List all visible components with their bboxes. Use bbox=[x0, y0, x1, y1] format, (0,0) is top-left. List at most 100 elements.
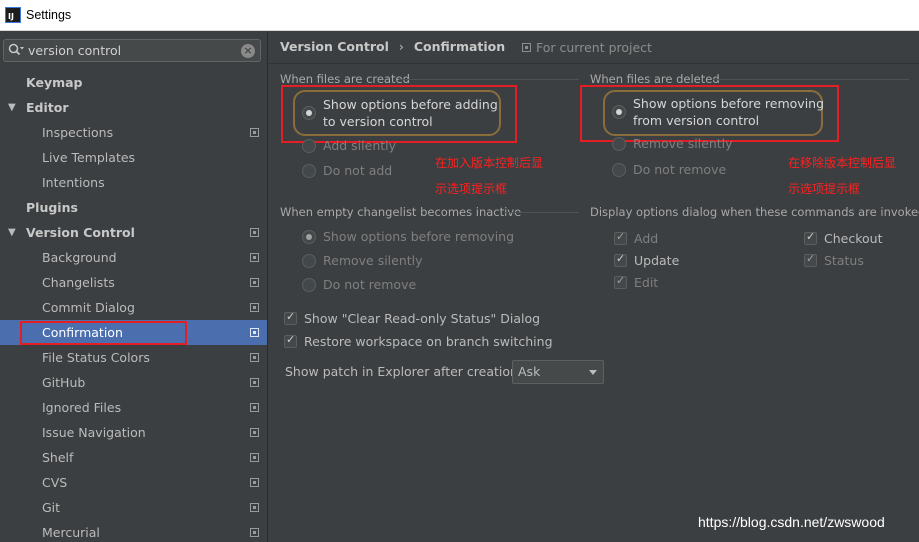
checkbox[interactable] bbox=[804, 252, 817, 267]
checkbox-label: Status bbox=[824, 253, 864, 268]
radio-button[interactable] bbox=[612, 162, 626, 177]
radio-button[interactable] bbox=[612, 136, 626, 151]
annotation-line2: 示选项提示框 bbox=[435, 182, 508, 196]
radio-label-line2: from version control bbox=[633, 113, 760, 128]
tree-item-ignored-files[interactable]: Ignored Files bbox=[0, 395, 267, 420]
checkbox[interactable] bbox=[804, 230, 817, 245]
checkbox-label: Restore workspace on branch switching bbox=[304, 334, 553, 349]
tree-item-label: Issue Navigation bbox=[42, 425, 146, 440]
radio-button[interactable] bbox=[302, 163, 316, 178]
tree-item-file-status-colors[interactable]: File Status Colors bbox=[0, 345, 267, 370]
tree-item-label: GitHub bbox=[42, 375, 86, 390]
radio-do-not-remove[interactable]: Do not remove bbox=[612, 162, 726, 177]
tree-item-github[interactable]: GitHub bbox=[0, 370, 267, 395]
radio-label: Do not add bbox=[323, 163, 393, 178]
tree-item-label: Ignored Files bbox=[42, 400, 122, 415]
tree-item-issue-navigation[interactable]: Issue Navigation bbox=[0, 420, 267, 445]
checkbox-label: Add bbox=[634, 231, 659, 246]
radio-button[interactable] bbox=[302, 138, 316, 153]
tree-item-git[interactable]: Git bbox=[0, 495, 267, 520]
expand-arrow-icon[interactable]: ▼ bbox=[8, 95, 16, 120]
radio-show-options-removing[interactable]: Show options before removing from version… bbox=[612, 95, 824, 129]
checkbox-add[interactable]: Add bbox=[614, 230, 659, 246]
group-divider bbox=[713, 79, 909, 80]
group-divider bbox=[504, 212, 579, 213]
tree-item-label: Changelists bbox=[42, 275, 115, 290]
tree-item-keymap[interactable]: Keymap bbox=[0, 70, 267, 95]
radio-button[interactable] bbox=[302, 277, 316, 292]
tree-item-version-control[interactable]: ▼ Version Control bbox=[0, 220, 267, 245]
tree-item-mercurial[interactable]: Mercurial bbox=[0, 520, 267, 542]
checkbox-update[interactable]: Update bbox=[614, 252, 680, 268]
checkbox-label: Show "Clear Read-only Status" Dialog bbox=[304, 311, 541, 326]
radio-remove-silently[interactable]: Remove silently bbox=[612, 136, 733, 151]
settings-content: Version Control › Confirmation For curre… bbox=[269, 32, 919, 542]
patch-label: Show patch in Explorer after creation: bbox=[285, 364, 523, 379]
settings-sidebar: × Keymap ▼ Editor Inspections Live Templa… bbox=[0, 32, 268, 542]
search-icon[interactable] bbox=[4, 40, 26, 61]
radio-label-line1: Show options before adding bbox=[323, 97, 498, 112]
project-scope-icon bbox=[250, 278, 259, 287]
search-box[interactable]: × bbox=[3, 39, 261, 62]
tree-item-editor[interactable]: ▼ Editor bbox=[0, 95, 267, 120]
tree-item-cvs[interactable]: CVS bbox=[0, 470, 267, 495]
breadcrumb: Version Control › Confirmation bbox=[280, 39, 505, 54]
tree-item-inspections[interactable]: Inspections bbox=[0, 120, 267, 145]
radio-button[interactable] bbox=[302, 106, 316, 120]
chevron-down-icon bbox=[589, 370, 597, 375]
checkbox[interactable] bbox=[614, 274, 627, 289]
radio-changelist-remove-silently[interactable]: Remove silently bbox=[302, 253, 423, 268]
tree-item-label: Background bbox=[42, 250, 117, 265]
tree-item-shelf[interactable]: Shelf bbox=[0, 445, 267, 470]
project-scope-icon bbox=[250, 303, 259, 312]
search-input[interactable] bbox=[26, 43, 241, 58]
radio-show-options-adding[interactable]: Show options before adding to version con… bbox=[302, 96, 498, 130]
checkbox-label: Edit bbox=[634, 275, 659, 290]
project-scope-icon bbox=[250, 528, 259, 537]
radio-label: Add silently bbox=[323, 138, 397, 153]
window-title: Settings bbox=[26, 8, 72, 22]
tree-item-label: Live Templates bbox=[42, 150, 136, 165]
tree-item-label: Commit Dialog bbox=[42, 300, 135, 315]
tree-item-live-templates[interactable]: Live Templates bbox=[0, 145, 267, 170]
app-icon-text: IJ bbox=[8, 12, 14, 21]
header-divider bbox=[269, 63, 919, 64]
radio-changelist-show-options[interactable]: Show options before removing bbox=[302, 229, 514, 244]
radio-button[interactable] bbox=[302, 229, 316, 244]
expand-arrow-icon[interactable]: ▼ bbox=[8, 220, 16, 245]
tree-item-changelists[interactable]: Changelists bbox=[0, 270, 267, 295]
radio-label: Do not remove bbox=[633, 162, 727, 177]
radio-label: Remove silently bbox=[323, 253, 423, 268]
checkbox[interactable] bbox=[614, 252, 627, 267]
tree-item-commit-dialog[interactable]: Commit Dialog bbox=[0, 295, 267, 320]
checkbox[interactable] bbox=[284, 310, 297, 325]
radio-changelist-do-not-remove[interactable]: Do not remove bbox=[302, 277, 416, 292]
radio-button[interactable] bbox=[302, 253, 316, 268]
annotation-created: 在加入版本控制后显 示选项提示框 bbox=[435, 150, 543, 202]
breadcrumb-version-control[interactable]: Version Control bbox=[280, 39, 389, 54]
checkbox-edit[interactable]: Edit bbox=[614, 274, 659, 290]
tree-item-intentions[interactable]: Intentions bbox=[0, 170, 267, 195]
created-group-title: When files are created bbox=[280, 72, 410, 86]
tree-item-plugins[interactable]: Plugins bbox=[0, 195, 267, 220]
checkbox-status[interactable]: Status bbox=[804, 252, 864, 268]
tree-item-background[interactable]: Background bbox=[0, 245, 267, 270]
tree-item-label: Shelf bbox=[42, 450, 74, 465]
radio-button[interactable] bbox=[612, 105, 626, 119]
patch-dropdown[interactable]: Ask bbox=[512, 360, 604, 384]
checkbox[interactable] bbox=[614, 230, 627, 245]
tree-item-label: Keymap bbox=[26, 75, 83, 90]
checkbox-label: Update bbox=[634, 253, 680, 268]
settings-tree: Keymap ▼ Editor Inspections Live Template… bbox=[0, 70, 267, 542]
tree-item-confirmation[interactable]: Confirmation bbox=[0, 320, 267, 345]
clear-search-icon[interactable]: × bbox=[241, 43, 255, 58]
checkbox-restore-workspace[interactable]: Restore workspace on branch switching bbox=[284, 333, 553, 349]
checkbox-checkout[interactable]: Checkout bbox=[804, 230, 882, 246]
radio-do-not-add[interactable]: Do not add bbox=[302, 163, 392, 178]
radio-label: Show options before removing from version… bbox=[633, 95, 824, 129]
checkbox-clear-readonly[interactable]: Show "Clear Read-only Status" Dialog bbox=[284, 310, 541, 326]
annotation-line1: 在加入版本控制后显 bbox=[435, 156, 544, 170]
radio-add-silently[interactable]: Add silently bbox=[302, 138, 396, 153]
breadcrumb-separator: › bbox=[398, 39, 404, 54]
checkbox[interactable] bbox=[284, 333, 297, 348]
